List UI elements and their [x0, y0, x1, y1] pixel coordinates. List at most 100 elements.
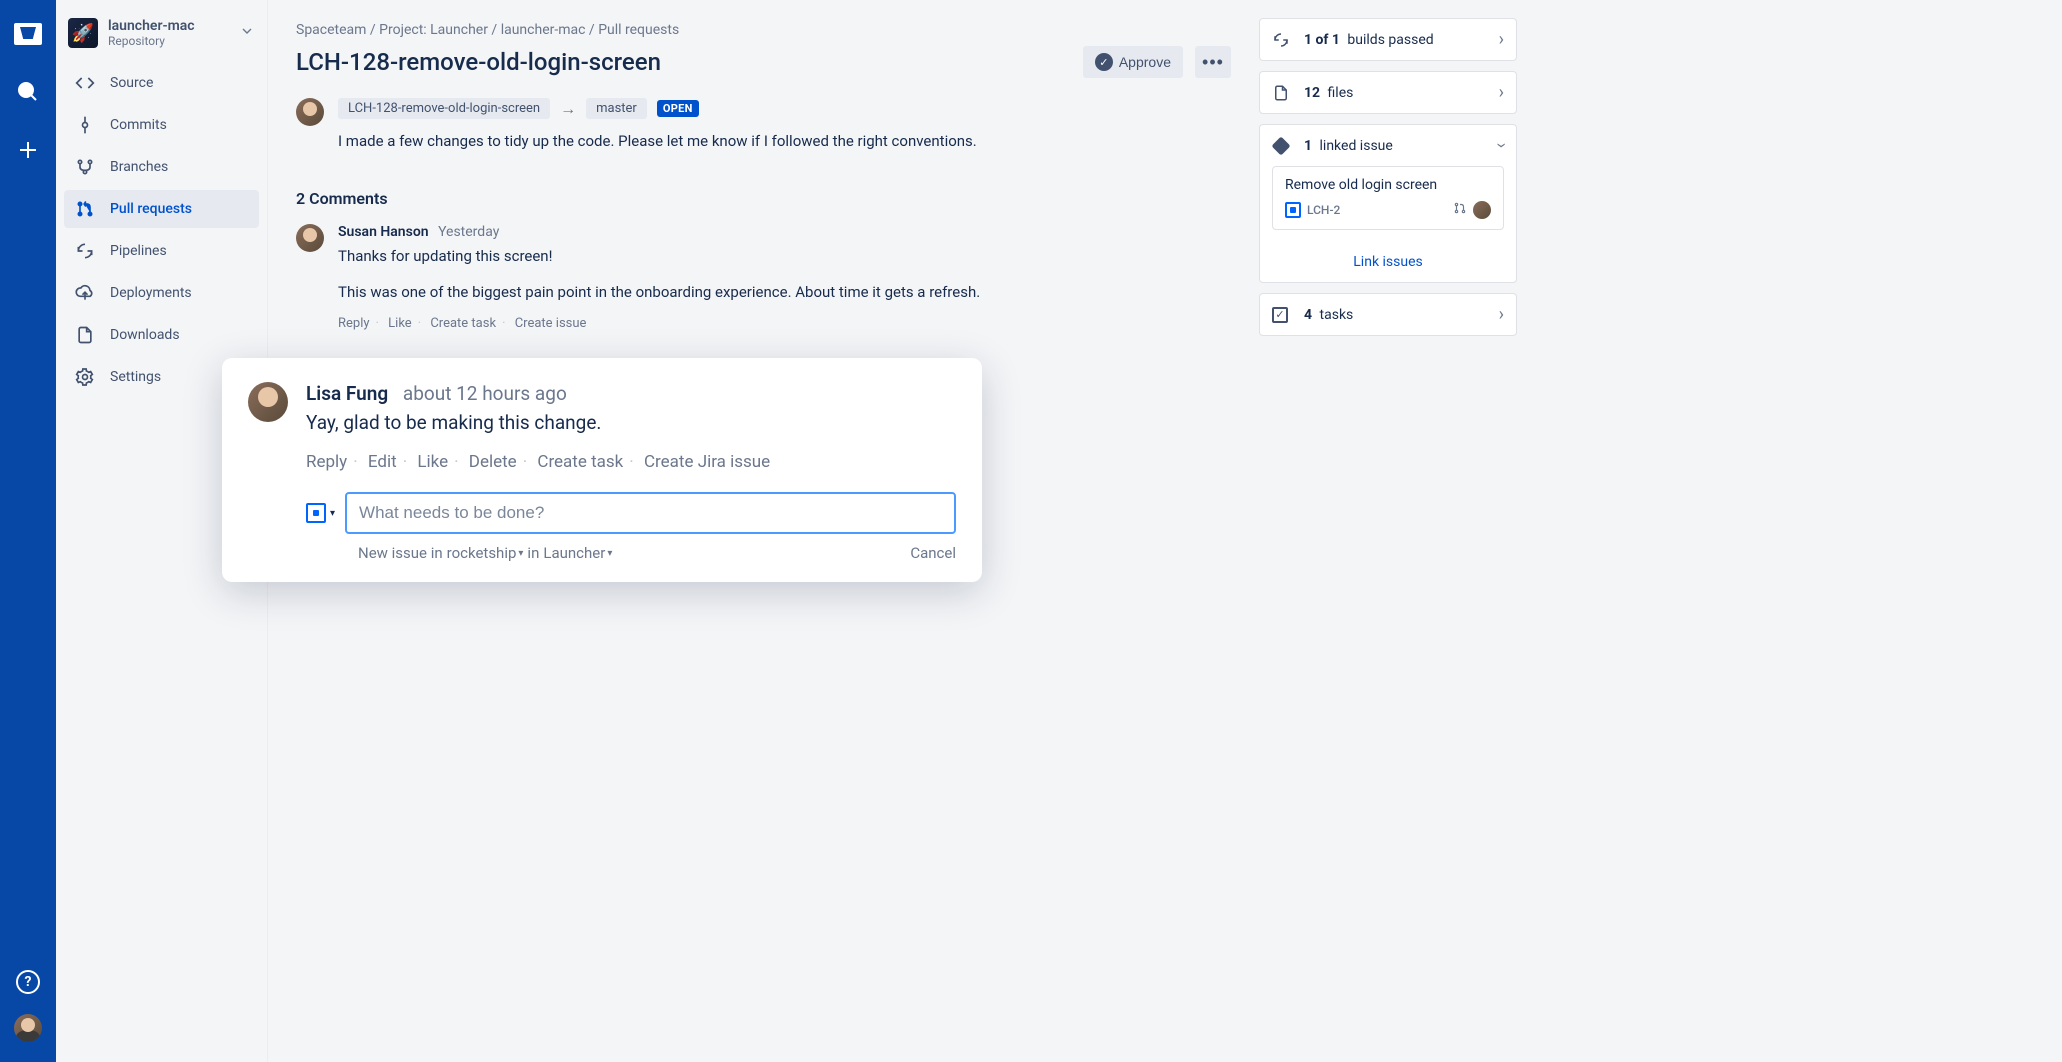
comments-heading: 2 Comments	[296, 189, 1231, 208]
files-row[interactable]: 12 files ›	[1260, 72, 1516, 113]
gear-icon	[74, 366, 96, 388]
status-badge: OPEN	[657, 100, 699, 117]
help-icon[interactable]: ?	[14, 968, 42, 996]
nav-label: Downloads	[110, 327, 180, 343]
reply-action[interactable]: Reply	[338, 316, 370, 331]
create-issue-action[interactable]: Create issue	[515, 316, 587, 331]
source-branch[interactable]: LCH-128-remove-old-login-screen	[338, 98, 550, 119]
chevron-right-icon: ›	[1499, 304, 1504, 325]
breadcrumb-item[interactable]: Project: Launcher	[379, 22, 488, 38]
comment-text: Thanks for updating this screen!	[338, 244, 1058, 268]
linked-issue-title: Remove old login screen	[1285, 177, 1491, 193]
nav-label: Settings	[110, 369, 161, 385]
like-action[interactable]: Like	[417, 452, 448, 472]
comment-actions: Reply· Like· Create task· Create issue	[338, 316, 1058, 331]
search-icon[interactable]	[14, 78, 42, 106]
comment-popup: Lisa Fung about 12 hours ago Yay, glad t…	[222, 358, 982, 582]
tasks-icon: ✓	[1272, 307, 1294, 323]
page-title: LCH-128-remove-old-login-screen	[296, 48, 1071, 76]
issue-summary-input[interactable]	[345, 492, 956, 534]
nav-label: Commits	[110, 117, 167, 133]
global-nav: ?	[0, 0, 56, 1062]
pull-request-icon	[1453, 201, 1467, 219]
builds-label: builds passed	[1344, 32, 1434, 48]
comment: Susan Hanson Yesterday Thanks for updati…	[296, 224, 1231, 331]
builds-row[interactable]: 1 of 1 builds passed ›	[1260, 19, 1516, 60]
sidebar-item-source[interactable]: Source	[64, 64, 259, 102]
nav-label: Branches	[110, 159, 168, 175]
comment-text: Yay, glad to be making this change.	[306, 411, 956, 434]
breadcrumb-item[interactable]: launcher-mac	[501, 22, 586, 38]
tasks-count: 4	[1304, 307, 1312, 323]
check-circle-icon: ✓	[1095, 53, 1113, 71]
comment-author[interactable]: Lisa Fung	[306, 382, 388, 405]
project-header[interactable]: 🚀 launcher-mac Repository	[56, 16, 267, 64]
breadcrumb: Spaceteam / Project: Launcher / launcher…	[296, 22, 1231, 38]
breadcrumb-item[interactable]: Pull requests	[598, 22, 679, 38]
deployments-icon	[74, 282, 96, 304]
link-issues-button[interactable]: Link issues	[1260, 242, 1516, 282]
comment-avatar[interactable]	[296, 224, 324, 252]
comment-avatar[interactable]	[248, 382, 288, 422]
new-issue-prefix: New issue in	[358, 544, 443, 562]
like-action[interactable]: Like	[388, 316, 412, 331]
downloads-icon	[74, 324, 96, 346]
files-label: files	[1324, 85, 1353, 101]
issue-type-picker[interactable]: ▾	[306, 503, 335, 523]
files-icon	[1272, 84, 1294, 102]
project-picker[interactable]: rocketship▾	[447, 544, 524, 562]
builds-icon	[1272, 31, 1294, 49]
chevron-down-icon: ›	[1491, 143, 1512, 148]
linked-icon	[1272, 137, 1294, 155]
comment-time: about 12 hours ago	[403, 382, 567, 405]
delete-action[interactable]: Delete	[469, 452, 517, 472]
sidebar-item-deployments[interactable]: Deployments	[64, 274, 259, 312]
files-count: 12	[1304, 85, 1320, 101]
tasks-row[interactable]: ✓ 4 tasks ›	[1260, 294, 1516, 335]
nav-label: Pull requests	[110, 201, 192, 217]
sidebar-item-branches[interactable]: Branches	[64, 148, 259, 186]
author-avatar[interactable]	[296, 98, 324, 126]
create-task-action[interactable]: Create task	[430, 316, 496, 331]
approve-button[interactable]: ✓ Approve	[1083, 46, 1183, 78]
project-name: launcher-mac	[108, 18, 195, 34]
linked-label: linked issue	[1316, 138, 1393, 154]
plus-icon[interactable]	[14, 136, 42, 164]
builds-count: 1 of 1	[1304, 32, 1340, 48]
issue-type-icon	[1285, 202, 1301, 218]
create-jira-issue-action[interactable]: Create Jira issue	[644, 452, 770, 472]
bitbucket-logo-icon[interactable]	[14, 20, 42, 48]
chevron-down-icon[interactable]	[239, 23, 255, 43]
user-avatar[interactable]	[14, 1014, 42, 1042]
sidebar-item-commits[interactable]: Commits	[64, 106, 259, 144]
edit-action[interactable]: Edit	[368, 452, 397, 472]
issue-type-icon	[306, 503, 326, 523]
pull-requests-icon	[74, 198, 96, 220]
more-button[interactable]: •••	[1195, 46, 1231, 78]
linked-issue-item[interactable]: Remove old login screen LCH-2	[1272, 166, 1504, 230]
pr-description: I made a few changes to tidy up the code…	[338, 129, 1038, 153]
chevron-down-icon: ▾	[330, 508, 335, 519]
comment-time: Yesterday	[438, 224, 499, 240]
nav-label: Pipelines	[110, 243, 167, 259]
breadcrumb-item[interactable]: Spaceteam	[296, 22, 366, 38]
comment-text: This was one of the biggest pain point i…	[338, 280, 1058, 304]
chevron-right-icon: ›	[1499, 29, 1504, 50]
comment-author[interactable]: Susan Hanson	[338, 224, 429, 240]
reply-action[interactable]: Reply	[306, 452, 347, 472]
in-label: in	[527, 544, 539, 562]
assignee-avatar	[1473, 201, 1491, 219]
chevron-right-icon: ›	[1499, 82, 1504, 103]
pipelines-icon	[74, 240, 96, 262]
sidebar-item-downloads[interactable]: Downloads	[64, 316, 259, 354]
right-panel: 1 of 1 builds passed › 12 files › 1 link…	[1259, 0, 1531, 1062]
sidebar-item-pull-requests[interactable]: Pull requests	[64, 190, 259, 228]
target-branch[interactable]: master	[586, 98, 647, 119]
create-task-action[interactable]: Create task	[537, 452, 623, 472]
linked-issues-row[interactable]: 1 linked issue ›	[1260, 125, 1516, 166]
cancel-button[interactable]: Cancel	[910, 544, 956, 562]
branches-icon	[74, 156, 96, 178]
linked-count: 1	[1304, 138, 1312, 154]
sidebar-item-pipelines[interactable]: Pipelines	[64, 232, 259, 270]
space-picker[interactable]: Launcher▾	[543, 544, 612, 562]
